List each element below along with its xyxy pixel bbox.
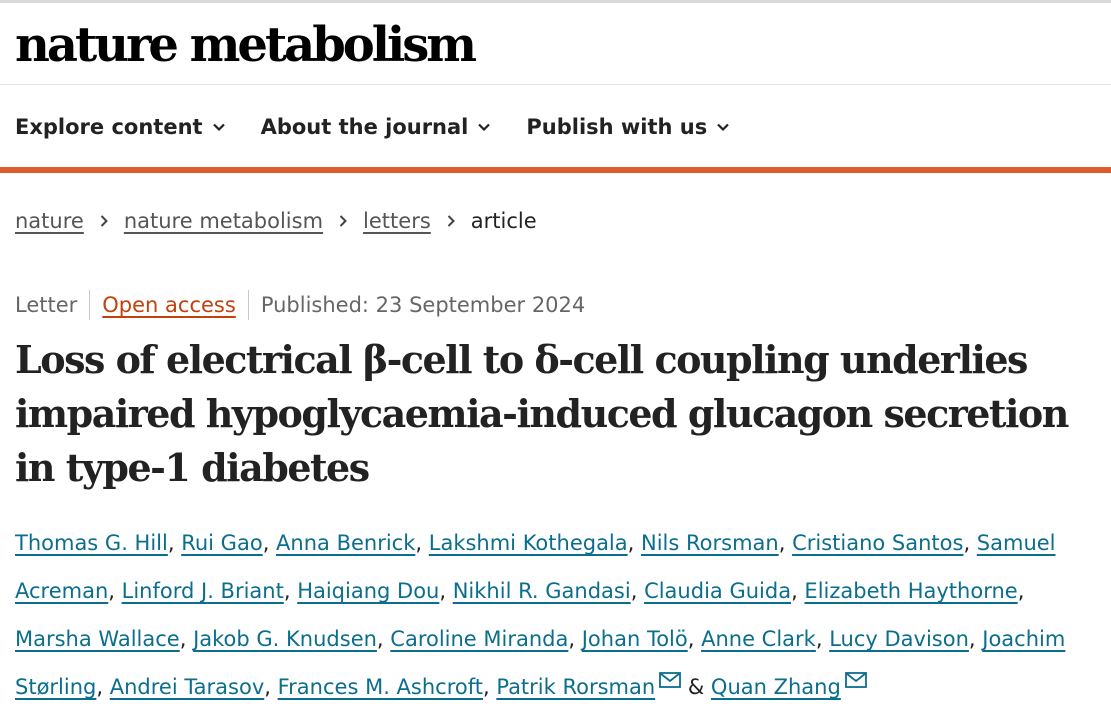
email-icon[interactable] xyxy=(844,672,867,688)
chevron-right-icon xyxy=(339,215,347,227)
nav-item-label: Publish with us xyxy=(526,115,708,139)
chevron-down-icon xyxy=(717,123,730,132)
author-link[interactable]: Thomas G. Hill xyxy=(15,531,168,555)
breadcrumb-letters[interactable]: letters xyxy=(363,209,431,233)
author-link[interactable]: Anne Clark xyxy=(701,627,816,651)
author-link[interactable]: Marsha Wallace xyxy=(15,627,180,651)
article-title: Loss of electrical β-cell to δ-cell coup… xyxy=(15,337,1069,490)
open-access-link[interactable]: Open access xyxy=(102,293,236,317)
author-link[interactable]: Lakshmi Kothegala xyxy=(429,531,628,555)
chevron-down-icon xyxy=(478,123,491,132)
author-link[interactable]: Rui Gao xyxy=(181,531,262,555)
meta-divider xyxy=(89,290,91,320)
author-link[interactable]: Anna Benrick xyxy=(276,531,415,555)
author-link[interactable]: Lucy Davison xyxy=(829,627,969,651)
main-nav: Explore content About the journal Publis… xyxy=(15,110,731,144)
author-link[interactable]: Elizabeth Haythorne xyxy=(804,579,1017,603)
author-link[interactable]: Quan Zhang xyxy=(711,675,841,699)
author-conjunction: & xyxy=(681,675,711,699)
author-link[interactable]: Caroline Miranda xyxy=(390,627,568,651)
published-date: Published: 23 September 2024 xyxy=(260,293,586,317)
author-link[interactable]: Andrei Tarasov xyxy=(110,675,265,699)
chevron-right-icon xyxy=(100,215,108,227)
author-link[interactable]: Haiqiang Dou xyxy=(297,579,439,603)
author-link[interactable]: Nikhil R. Gandasi xyxy=(453,579,631,603)
nav-about-journal[interactable]: About the journal xyxy=(261,115,493,139)
chevron-down-icon xyxy=(212,123,225,132)
article-meta: Letter Open access Published: 23 Septemb… xyxy=(15,288,585,322)
nav-publish-with-us[interactable]: Publish with us xyxy=(526,115,731,139)
nav-explore-content[interactable]: Explore content xyxy=(15,115,227,139)
breadcrumb-nature[interactable]: nature xyxy=(15,209,84,233)
breadcrumb-nature-metabolism[interactable]: nature metabolism xyxy=(124,209,323,233)
author-link[interactable]: Nils Rorsman xyxy=(641,531,779,555)
journal-logo[interactable]: nature metabolism xyxy=(15,10,477,80)
author-link[interactable]: Frances M. Ashcroft xyxy=(278,675,483,699)
top-border xyxy=(0,0,1111,3)
chevron-right-icon xyxy=(447,215,455,227)
author-link[interactable]: Jakob G. Knudsen xyxy=(193,627,377,651)
breadcrumb: nature nature metabolism letters article xyxy=(15,205,537,237)
nav-item-label: About the journal xyxy=(260,115,469,139)
header-divider xyxy=(0,84,1111,85)
accent-bar xyxy=(0,167,1111,173)
author-link[interactable]: Linford J. Briant xyxy=(122,579,284,603)
author-link[interactable]: Patrik Rorsman xyxy=(496,675,655,699)
article-type: Letter xyxy=(15,293,78,317)
nav-item-label: Explore content xyxy=(15,115,203,139)
author-link[interactable]: Cristiano Santos xyxy=(792,531,963,555)
author-link[interactable]: Claudia Guida xyxy=(644,579,791,603)
author-list: Thomas G. Hill, Rui Gao, Anna Benrick, L… xyxy=(15,531,1066,699)
author-link[interactable]: Johan Tolö xyxy=(582,627,688,651)
meta-divider xyxy=(247,290,249,320)
breadcrumb-current: article xyxy=(470,209,537,233)
email-icon[interactable] xyxy=(659,672,682,688)
